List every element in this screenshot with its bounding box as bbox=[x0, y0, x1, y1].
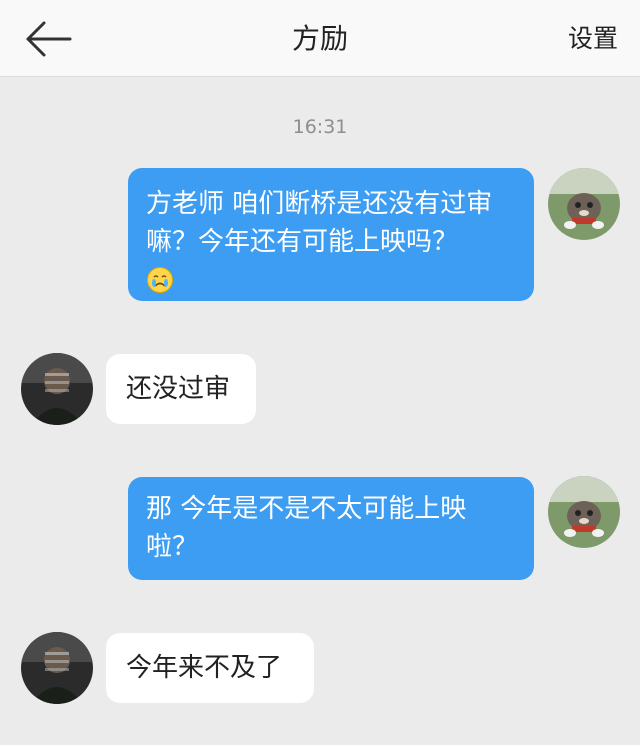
crying-face-icon bbox=[147, 267, 173, 293]
contact-name: 方励 bbox=[291, 22, 348, 55]
message-text: 今年来不及了 bbox=[126, 653, 283, 683]
received-message-bubble[interactable]: 还没过审 bbox=[106, 354, 256, 424]
my-avatar[interactable] bbox=[548, 168, 620, 240]
person-photo-icon bbox=[21, 632, 93, 704]
contact-avatar[interactable] bbox=[21, 632, 93, 704]
message-text: 那 今年是不是不太可能上映啦？ bbox=[146, 494, 467, 562]
sent-message-bubble[interactable]: 那 今年是不是不太可能上映啦？ bbox=[128, 477, 534, 580]
settings-button[interactable]: 设置 bbox=[568, 20, 618, 58]
kitten-photo-icon bbox=[548, 476, 620, 548]
my-avatar[interactable] bbox=[548, 476, 620, 548]
message-text: 方老师 咱们断桥是还没有过审嘛？今年还有可能上映吗？ bbox=[146, 189, 493, 257]
person-photo-icon bbox=[21, 353, 93, 425]
contact-avatar[interactable] bbox=[21, 353, 93, 425]
sent-message-bubble[interactable]: 方老师 咱们断桥是还没有过审嘛？今年还有可能上映吗？ bbox=[128, 168, 534, 301]
kitten-photo-icon bbox=[548, 168, 620, 240]
received-message-bubble[interactable]: 今年来不及了 bbox=[106, 633, 314, 703]
chat-header: 方励 设置 bbox=[0, 0, 640, 77]
message-timestamp: 16:31 bbox=[292, 116, 348, 138]
message-text: 还没过审 bbox=[126, 374, 231, 404]
